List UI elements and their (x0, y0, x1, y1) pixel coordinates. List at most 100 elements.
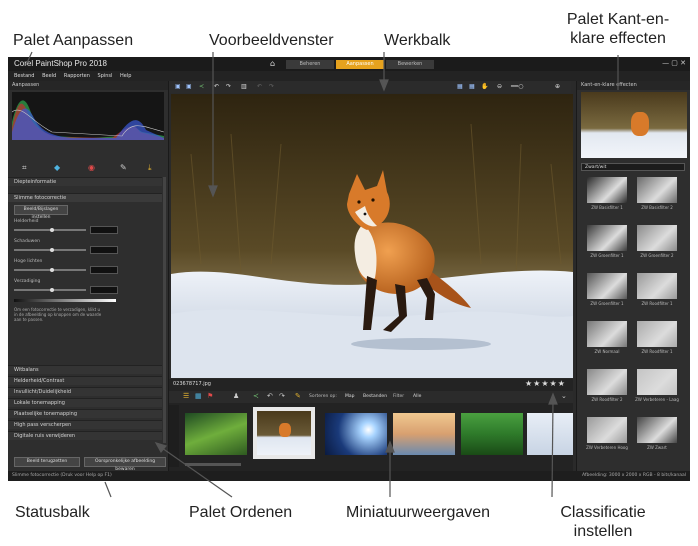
tab-aanpassen[interactable]: Aanpassen (336, 60, 384, 69)
collapse-icon[interactable]: ⌄ (561, 392, 567, 400)
effect-thumbnail[interactable] (637, 321, 677, 347)
sort-select[interactable]: Map (345, 394, 355, 399)
section-high-pass[interactable]: High pass verscherpen (8, 420, 162, 429)
strip-side-tab[interactable] (169, 405, 179, 467)
category-dropdown[interactable]: Zwart/wit (581, 163, 685, 171)
files-select[interactable]: Bestanden (363, 394, 387, 399)
thumbnail[interactable] (185, 413, 247, 455)
view-icon[interactable]: ☰ (183, 392, 189, 400)
section-invullicht[interactable]: Invullicht/Duidelijkheid (8, 387, 162, 396)
undo-icon[interactable]: ↶ (267, 392, 273, 400)
effect-thumbnail[interactable] (637, 225, 677, 251)
section-witbalans[interactable]: Witbalans (8, 365, 162, 374)
section-plaatselijke-tonemapping[interactable]: Plaatselijke tonemapping (8, 409, 162, 418)
section-slimme-fotocorrectie[interactable]: Slimme fotocorrectie (8, 193, 162, 202)
fit-window-icon[interactable]: ▦ (457, 83, 463, 90)
actual-size-icon[interactable]: ▦ (469, 83, 475, 90)
effect-thumbnail[interactable] (637, 177, 677, 203)
zoom-icon[interactable]: ⤓ (148, 163, 152, 173)
adjust-palette-header: Aanpassen (8, 81, 168, 90)
effect-thumbnail[interactable] (587, 225, 627, 251)
slider-knob[interactable] (50, 228, 54, 232)
slider-knob[interactable] (50, 288, 54, 292)
effect-label: ZW Roodfilter 1 (641, 301, 673, 306)
undo-disabled-icon[interactable]: ↶ (257, 83, 262, 90)
tab-beheren[interactable]: Beheren (286, 60, 334, 69)
effect-label: ZW Zwart (647, 445, 667, 450)
share-icon[interactable]: ≺ (199, 83, 204, 90)
redo-disabled-icon[interactable]: ↷ (269, 83, 274, 90)
effect-thumbnail[interactable] (587, 177, 627, 203)
pan-icon[interactable]: ✋ (481, 83, 488, 90)
adjust-palette: Aanpassen ⌗ ◆ ◉ ✎ ⤓ Diepteinformatie Sli… (8, 81, 169, 472)
save-icon[interactable]: ▣ (175, 83, 181, 90)
strip-scrollbar[interactable] (185, 463, 241, 466)
effect-thumbnail[interactable] (587, 369, 627, 395)
thumbnail-selected[interactable] (253, 407, 315, 459)
status-left: Slimme fotocorrectie (Druk voor Help op … (12, 473, 112, 478)
redo-icon[interactable]: ↷ (279, 392, 285, 400)
effect-thumbnail[interactable] (637, 417, 677, 443)
effect-thumbnail[interactable] (637, 273, 677, 299)
flag-icon[interactable]: ⚑ (207, 392, 213, 400)
thumbnail[interactable] (461, 413, 523, 455)
rating-stars[interactable]: ★★★★★ (525, 379, 566, 388)
slider-knob[interactable] (50, 268, 54, 272)
menu-spinsl[interactable]: Spinsl (98, 71, 113, 81)
zoom-in-icon[interactable]: ⊕ (555, 83, 560, 90)
person-icon[interactable]: ♟ (233, 392, 239, 400)
tag-icon[interactable]: ✎ (295, 392, 301, 400)
zoom-out-icon[interactable]: ⊖ (497, 83, 502, 90)
filter-select[interactable]: Alle (413, 394, 421, 399)
menu-bar: Bestand Beeld Rapporten Spinsl Help (8, 71, 690, 81)
share-icon[interactable]: ≺ (253, 392, 259, 400)
menu-bestand[interactable]: Bestand (14, 71, 34, 81)
brightness-value[interactable] (90, 226, 118, 234)
effect-thumbnail[interactable] (587, 273, 627, 299)
apply-button[interactable]: Oorspronkelijke afbeelding bewaren (84, 457, 166, 472)
reset-button[interactable]: Beeld terugzetten (14, 457, 80, 467)
menu-rapporten[interactable]: Rapporten (64, 71, 90, 81)
slider-knob[interactable] (50, 248, 54, 252)
grid-view-icon[interactable]: ▦ (195, 392, 202, 400)
save-as-icon[interactable]: ▣ (186, 83, 192, 90)
menu-beeld[interactable]: Beeld (42, 71, 56, 81)
preview-window[interactable] (171, 94, 573, 378)
retouch-icon[interactable]: ✎ (120, 163, 127, 172)
section-diepteinformatie[interactable]: Diepteinformatie (8, 177, 162, 186)
effect-label: ZW Groenfilter 2 (640, 253, 674, 258)
saturation-value[interactable] (90, 286, 118, 294)
shadows-value[interactable] (90, 246, 118, 254)
home-icon[interactable]: ⌂ (270, 59, 275, 68)
shadows-slider[interactable] (14, 248, 86, 252)
effect-label: ZW Verbeteren - Laag (635, 397, 679, 402)
saturation-slider[interactable] (14, 288, 86, 292)
section-helderheid-contrast[interactable]: Helderheid/Contrast (8, 376, 162, 385)
redo-icon[interactable]: ↷ (226, 83, 231, 90)
section-digitale-ruis[interactable]: Digitale ruis verwijderen (8, 431, 162, 440)
zoom-slider[interactable]: ━━○ (511, 83, 523, 90)
scrollbar[interactable] (163, 177, 166, 443)
delete-icon[interactable]: ▥ (241, 83, 247, 90)
red-eye-icon[interactable]: ◉ (88, 163, 95, 172)
section-lokale-tonemapping[interactable]: Lokale tonemapping (8, 398, 162, 407)
instant-effects-palette: Kant-en-klare effecten Zwart/wit ZW Basi… (576, 81, 690, 471)
suggest-settings-button[interactable]: Beeld/Bijslagen instellen (14, 205, 68, 220)
crop-icon[interactable]: ⌗ (22, 163, 27, 173)
straighten-icon[interactable]: ◆ (54, 163, 60, 172)
thumbnail[interactable] (325, 413, 387, 455)
effect-thumbnail[interactable] (587, 321, 627, 347)
menu-help[interactable]: Help (120, 71, 131, 81)
callout-werkbalk: Werkbalk (384, 32, 451, 49)
tab-bewerken[interactable]: Bewerken (386, 60, 434, 69)
thumbnail[interactable] (527, 413, 573, 455)
undo-icon[interactable]: ↶ (214, 83, 219, 90)
brightness-slider[interactable] (14, 228, 86, 232)
effect-thumbnail[interactable] (587, 417, 627, 443)
highlights-value[interactable] (90, 266, 118, 274)
window-controls[interactable]: — ▢ ✕ (662, 59, 686, 67)
effect-thumbnail[interactable] (637, 369, 677, 395)
highlights-slider[interactable] (14, 268, 86, 272)
effect-label: ZW Roodfilter 2 (591, 397, 623, 402)
thumbnail[interactable] (393, 413, 455, 455)
